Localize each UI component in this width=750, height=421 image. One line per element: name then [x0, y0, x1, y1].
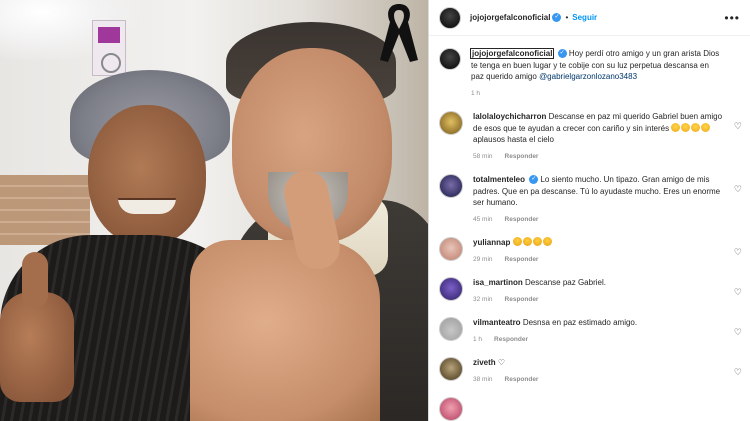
heart-outline-icon[interactable]: ♡ [734, 287, 742, 298]
comment-timestamp: 45 min [473, 215, 493, 223]
caption-username[interactable]: jojojorgefalconoficial [469, 48, 555, 59]
comment-username[interactable]: ziveth [473, 358, 496, 367]
comment-meta: 58 min Responder [473, 151, 725, 163]
comment-item: totalmenteleo ✓ Lo siento mucho. Un tipa… [429, 170, 750, 225]
reply-button[interactable]: Responder [505, 214, 539, 226]
caption-mention-link[interactable]: @gabrielgarzonlozano3483 [539, 72, 637, 81]
photo-person-left-thumbs-up [0, 252, 74, 402]
sad-emoji-icon [532, 237, 542, 246]
verified-badge-icon: ✓ [552, 13, 562, 22]
heart-outline-icon[interactable]: ♡ [734, 247, 742, 258]
commenter-avatar[interactable] [439, 174, 463, 198]
author-avatar[interactable] [439, 6, 461, 29]
post-caption: jojojorgefalconoficial ✓ Hoy perdí otro … [429, 42, 750, 99]
comment-body: yuliannap 29 min Responder [473, 237, 725, 265]
post-header: jojojorgefalconoficial ✓ • Seguir ••• [429, 0, 750, 36]
comment-item: isa_martinon Descanse paz Gabriel. 32 mi… [429, 273, 750, 305]
caption-meta: 1 h [471, 88, 723, 100]
photo-wall-sign [92, 20, 126, 76]
more-options-icon[interactable]: ••• [724, 11, 740, 25]
header-separator: • [565, 13, 569, 22]
commenter-avatar[interactable] [439, 397, 463, 421]
comment-item-partial [429, 393, 750, 421]
sad-emoji-group [512, 237, 553, 247]
comment-meta: 38 min Responder [473, 374, 725, 386]
comment-text-after: aplausos hasta el cielo [473, 135, 554, 144]
post-photo[interactable] [0, 0, 428, 421]
sad-emoji-icon [542, 237, 552, 246]
sad-emoji-icon [522, 237, 532, 246]
comment-timestamp: 38 min [473, 375, 493, 383]
author-username[interactable]: jojojorgefalconoficial [470, 13, 550, 22]
clapping-emoji-group [671, 122, 711, 133]
reply-button[interactable]: Responder [505, 151, 539, 163]
comments-list[interactable]: jojojorgefalconoficial ✓ Hoy perdí otro … [429, 36, 750, 421]
reply-button[interactable]: Responder [505, 254, 539, 266]
verified-badge-icon: ✓ [557, 49, 567, 59]
comment-text: ♡ [497, 358, 506, 367]
comment-meta: 1 h Responder [473, 334, 725, 346]
comment-username[interactable]: isa_martinon [473, 278, 523, 287]
comment-text: Descanse paz Gabriel. [525, 278, 606, 287]
sad-emoji-icon [512, 237, 522, 246]
comment-body: totalmenteleo ✓ Lo siento mucho. Un tipa… [473, 174, 725, 225]
comment-body: vilmanteatro Desnsa en paz estimado amig… [473, 317, 725, 345]
reply-button[interactable]: Responder [505, 294, 539, 306]
reply-button[interactable]: Responder [494, 334, 528, 346]
heart-outline-icon[interactable]: ♡ [734, 121, 742, 132]
comment-item: ziveth ♡ 38 min Responder ♡ [429, 353, 750, 385]
commenter-avatar[interactable] [439, 277, 463, 301]
comment-username[interactable]: yuliannap [473, 238, 510, 247]
commenter-avatar[interactable] [439, 111, 463, 135]
comment-username[interactable]: vilmanteatro [473, 318, 521, 327]
comment-text: Desnsa en paz estimado amigo. [522, 318, 638, 327]
post-side-panel: jojojorgefalconoficial ✓ • Seguir ••• jo… [428, 0, 750, 421]
comment-timestamp: 32 min [473, 295, 493, 303]
heart-outline-icon[interactable]: ♡ [734, 327, 742, 338]
commenter-avatar[interactable] [439, 237, 463, 261]
clapping-emoji-icon [701, 122, 711, 132]
commenter-avatar[interactable] [439, 317, 463, 341]
comment-timestamp: 58 min [473, 152, 493, 160]
instagram-post-view: jojojorgefalconoficial ✓ • Seguir ••• jo… [0, 0, 750, 421]
reply-button[interactable]: Responder [505, 374, 539, 386]
comment-username[interactable]: lalolaloychicharron [473, 112, 546, 121]
caption-timestamp: 1 h [471, 89, 481, 97]
commenter-avatar[interactable] [439, 357, 463, 381]
heart-outline-icon[interactable]: ♡ [734, 184, 742, 195]
comment-body: ziveth ♡ 38 min Responder [473, 357, 725, 385]
photo-person-left-face [88, 105, 206, 245]
clapping-emoji-icon [681, 122, 691, 132]
comment-meta: 32 min Responder [473, 294, 725, 306]
photo-person-left-smile [118, 198, 176, 214]
comment-item: vilmanteatro Desnsa en paz estimado amig… [429, 313, 750, 345]
photo-brick-wall [0, 175, 90, 245]
clapping-emoji-icon [691, 122, 701, 132]
caption-author-avatar[interactable] [439, 48, 461, 70]
clapping-emoji-icon [671, 122, 681, 132]
comment-meta: 29 min Responder [473, 254, 725, 266]
comment-item: lalolaloychicharron Descanse en paz mi q… [429, 107, 750, 162]
follow-button[interactable]: Seguir [572, 13, 597, 22]
comment-body: isa_martinon Descanse paz Gabriel. 32 mi… [473, 277, 725, 305]
comment-timestamp: 1 h [473, 335, 483, 343]
comment-timestamp: 29 min [473, 255, 493, 263]
caption-body: jojojorgefalconoficial ✓ Hoy perdí otro … [469, 48, 723, 100]
verified-badge-icon: ✓ [529, 175, 539, 185]
photo-person-right-thumbs-up [190, 240, 380, 421]
comment-body: lalolaloychicharron Descanse en paz mi q… [473, 111, 725, 162]
heart-outline-icon[interactable]: ♡ [734, 367, 742, 378]
comment-item: yuliannap 29 min Responder ♡ [429, 233, 750, 265]
comment-meta: 45 min Responder [473, 214, 725, 226]
mourning-ribbon-icon [380, 4, 418, 62]
comment-username[interactable]: totalmenteleo [473, 175, 525, 184]
